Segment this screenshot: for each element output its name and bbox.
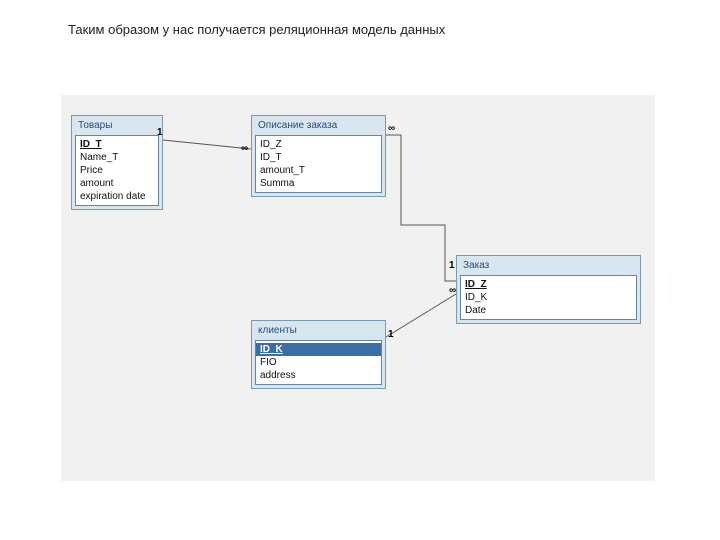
entity-zakaz[interactable]: Заказ ID_Z ID_K Date bbox=[456, 255, 641, 324]
diagram-canvas: Товары ID_T Name_T Price amount expirati… bbox=[61, 95, 655, 481]
entity-tovary[interactable]: Товары ID_T Name_T Price amount expirati… bbox=[71, 115, 163, 210]
entity-title: Описание заказа bbox=[252, 116, 385, 135]
field[interactable]: expiration date bbox=[80, 190, 154, 203]
cardinality-label: 1 bbox=[157, 127, 163, 138]
field[interactable]: Name_T bbox=[80, 151, 154, 164]
field[interactable]: ID_Z bbox=[465, 278, 632, 291]
entity-title: Товары bbox=[72, 116, 162, 135]
entity-title: клиенты bbox=[252, 321, 385, 340]
field[interactable]: amount_T bbox=[260, 164, 377, 177]
field[interactable]: ID_K bbox=[256, 343, 381, 356]
field[interactable]: ID_T bbox=[80, 138, 154, 151]
field[interactable]: Date bbox=[465, 304, 632, 317]
cardinality-label: ∞ bbox=[241, 143, 248, 154]
cardinality-label: 1 bbox=[388, 329, 394, 340]
field[interactable]: Summa bbox=[260, 177, 377, 190]
field[interactable]: ID_T bbox=[260, 151, 377, 164]
entity-fields: ID_Z ID_K Date bbox=[460, 275, 637, 320]
cardinality-label: ∞ bbox=[388, 123, 395, 134]
entity-fields: ID_K FIO address bbox=[255, 340, 382, 385]
field[interactable]: ID_Z bbox=[260, 138, 377, 151]
entity-title: Заказ bbox=[457, 256, 640, 275]
cardinality-label: 1 bbox=[449, 260, 455, 271]
entity-klienty[interactable]: клиенты ID_K FIO address bbox=[251, 320, 386, 389]
field[interactable]: FIO bbox=[260, 356, 377, 369]
cardinality-label: ∞ bbox=[449, 285, 456, 296]
entity-opisanie-zakaza[interactable]: Описание заказа ID_Z ID_T amount_T Summa bbox=[251, 115, 386, 197]
field[interactable]: address bbox=[260, 369, 377, 382]
entity-fields: ID_Z ID_T amount_T Summa bbox=[255, 135, 382, 193]
field[interactable]: Price bbox=[80, 164, 154, 177]
page-caption: Таким образом у нас получается реляционн… bbox=[0, 0, 720, 37]
field[interactable]: amount bbox=[80, 177, 154, 190]
field[interactable]: ID_K bbox=[465, 291, 632, 304]
entity-fields: ID_T Name_T Price amount expiration date bbox=[75, 135, 159, 206]
